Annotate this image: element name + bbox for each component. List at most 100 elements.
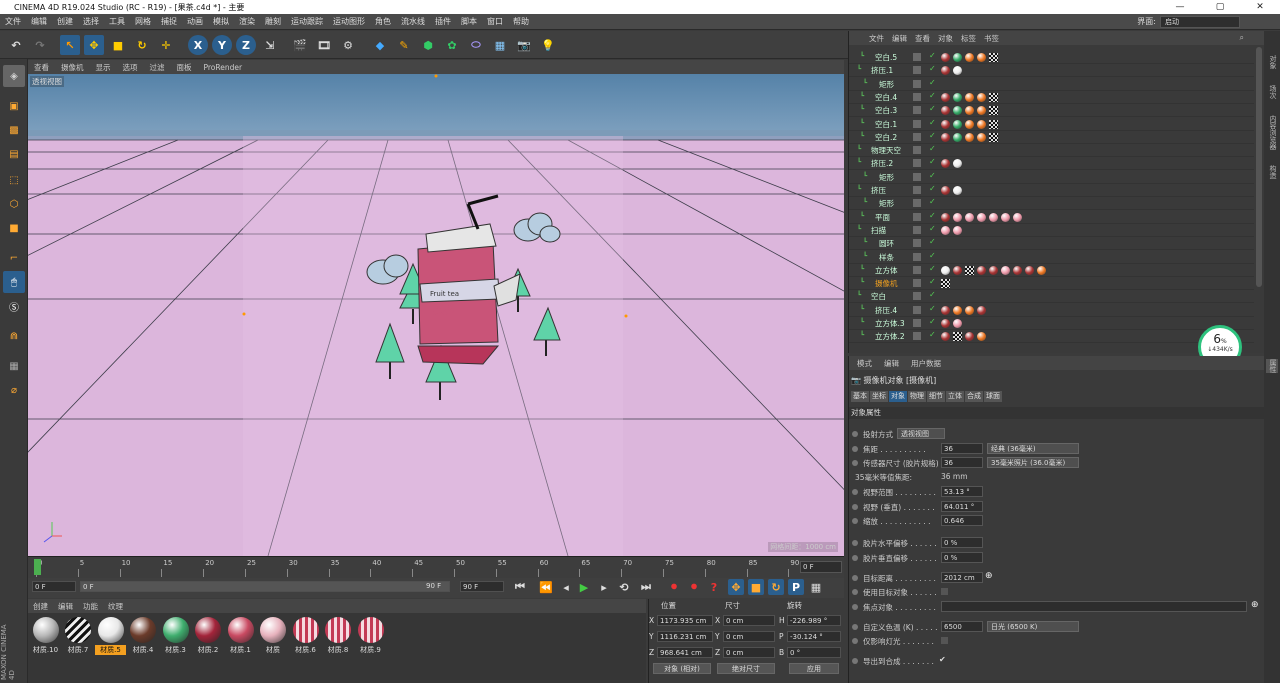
prev-key-icon[interactable]: ⏪ bbox=[538, 579, 554, 595]
material-tag-icon[interactable] bbox=[941, 305, 950, 315]
check-icon[interactable]: ✓ bbox=[929, 251, 936, 260]
material-tag-icon[interactable] bbox=[1013, 265, 1022, 275]
menu-item[interactable]: 窗口 bbox=[482, 16, 508, 27]
subdivision-icon[interactable]: ⬢ bbox=[418, 35, 438, 55]
checkbox[interactable] bbox=[941, 588, 948, 595]
material-tag-icon[interactable] bbox=[977, 106, 986, 116]
material-tag-icon[interactable] bbox=[941, 53, 950, 62]
material-tag-icon[interactable] bbox=[965, 53, 974, 62]
attribute-dropdown[interactable]: 日光 (6500 K) bbox=[987, 621, 1079, 632]
object-row[interactable]: ┗ 摄像机 ✓ bbox=[849, 277, 1254, 291]
attribute-dropdown[interactable]: 经典 (36毫米) bbox=[987, 443, 1079, 454]
visibility-toggle[interactable] bbox=[913, 265, 921, 274]
material-tag-icon[interactable] bbox=[941, 106, 950, 116]
menu-item[interactable]: 流水线 bbox=[396, 16, 430, 27]
material-tag-icon[interactable] bbox=[965, 212, 974, 222]
right-tab-objects[interactable]: 对象 bbox=[1266, 55, 1278, 69]
redo-icon[interactable]: ↷ bbox=[30, 35, 50, 55]
material-swatch[interactable]: 材质 bbox=[258, 617, 289, 655]
current-frame-field[interactable]: 0 F bbox=[800, 561, 842, 573]
play-icon[interactable]: ▶ bbox=[576, 579, 592, 595]
deformer-icon[interactable]: ⬭ bbox=[466, 35, 486, 55]
object-row[interactable]: ┗ 空白.2 ✓ bbox=[849, 131, 1254, 144]
x-axis-button[interactable]: X bbox=[188, 35, 208, 55]
material-tag-icon[interactable] bbox=[953, 305, 962, 315]
material-tag-icon[interactable] bbox=[989, 265, 998, 275]
check-icon[interactable]: ✓ bbox=[929, 224, 936, 233]
position-field[interactable]: 1116.231 cm bbox=[657, 631, 713, 642]
attribute-tab[interactable]: 坐标 bbox=[870, 391, 888, 402]
material-swatch[interactable]: 材质.1 bbox=[225, 617, 256, 655]
right-tab-takes[interactable]: 场次 bbox=[1266, 85, 1278, 99]
check-icon[interactable]: ✓ bbox=[929, 157, 936, 166]
magnet-icon[interactable]: ⋒ bbox=[3, 325, 25, 347]
right-tab-attributes[interactable]: 属性 bbox=[1266, 359, 1278, 373]
visibility-toggle[interactable] bbox=[913, 212, 921, 221]
object-row[interactable]: ┗ 矩形 ✓ bbox=[849, 197, 1254, 211]
position-field[interactable]: 968.641 cm bbox=[657, 647, 713, 658]
animate-dot[interactable] bbox=[852, 575, 858, 581]
menu-item[interactable]: 插件 bbox=[430, 16, 456, 27]
material-menu-item[interactable]: 功能 bbox=[78, 601, 103, 612]
material-menu-item[interactable]: 纹理 bbox=[103, 601, 128, 612]
object-menu-item[interactable]: 对象 bbox=[934, 33, 957, 44]
viewport-menu-item[interactable]: 选项 bbox=[117, 62, 144, 73]
viewport-menu-item[interactable]: 查看 bbox=[28, 62, 55, 73]
size-field[interactable]: 0 cm bbox=[723, 631, 775, 642]
animate-dot[interactable] bbox=[852, 460, 858, 466]
object-row[interactable]: ┗ 矩形 ✓ bbox=[849, 78, 1254, 91]
z-axis-button[interactable]: Z bbox=[236, 35, 256, 55]
material-tag-icon[interactable] bbox=[953, 186, 962, 195]
visibility-toggle[interactable] bbox=[913, 305, 921, 314]
material-tag-icon[interactable] bbox=[977, 265, 986, 275]
material-tag-icon[interactable] bbox=[941, 132, 950, 142]
material-tag-icon[interactable] bbox=[953, 119, 962, 129]
attribute-field[interactable]: 36 bbox=[941, 443, 983, 454]
menu-item[interactable]: 渲染 bbox=[234, 16, 260, 27]
rotation-field[interactable]: -30.124 ° bbox=[787, 631, 841, 642]
material-tag-icon[interactable] bbox=[953, 212, 962, 222]
object-row[interactable]: ┗ 扫描 ✓ bbox=[849, 224, 1254, 237]
menu-item[interactable]: 选择 bbox=[78, 16, 104, 27]
material-tag-icon[interactable] bbox=[953, 132, 962, 142]
material-tag-icon[interactable] bbox=[941, 159, 950, 169]
playhead[interactable] bbox=[34, 559, 41, 575]
search-icon[interactable]: ⌕ bbox=[1240, 33, 1244, 43]
material-swatch[interactable]: 材质.6 bbox=[290, 617, 321, 655]
attribute-tab[interactable]: 物理 bbox=[908, 391, 926, 402]
end-frame-field[interactable]: 90 F bbox=[460, 581, 504, 592]
menu-item[interactable]: 文件 bbox=[0, 16, 26, 27]
viewport[interactable]: Fruit tea 果茶 透视视图 网格间距：1000 cm bbox=[28, 74, 844, 556]
attribute-dropdown[interactable]: 透视视图 bbox=[897, 428, 945, 439]
check-icon[interactable]: ✓ bbox=[929, 78, 936, 87]
material-tag-icon[interactable] bbox=[989, 132, 998, 142]
animate-dot[interactable] bbox=[852, 540, 858, 546]
material-tag-icon[interactable] bbox=[977, 305, 986, 315]
menu-item[interactable]: 编辑 bbox=[26, 16, 52, 27]
visibility-toggle[interactable] bbox=[913, 66, 921, 75]
animate-dot[interactable] bbox=[852, 431, 858, 437]
material-swatch[interactable]: 材质.3 bbox=[160, 617, 191, 655]
object-row[interactable]: ┗ 空白.3 ✓ bbox=[849, 104, 1254, 118]
check-icon[interactable]: ✓ bbox=[929, 237, 936, 246]
key-position-icon[interactable]: ✥ bbox=[728, 579, 744, 595]
object-menu-item[interactable]: 标签 bbox=[957, 33, 980, 44]
material-tag-icon[interactable] bbox=[1037, 265, 1046, 275]
prev-frame-icon[interactable]: ◂ bbox=[558, 579, 574, 595]
material-tag-icon[interactable] bbox=[941, 212, 950, 222]
material-tag-icon[interactable] bbox=[953, 225, 962, 235]
rotation-field[interactable]: -226.989 ° bbox=[787, 615, 841, 626]
close-button[interactable]: ✕ bbox=[1240, 0, 1280, 14]
attribute-tab[interactable]: 对象 bbox=[889, 391, 907, 402]
coord-mode-select[interactable]: 对象 (相对) bbox=[653, 663, 711, 674]
material-tag-icon[interactable] bbox=[941, 186, 950, 195]
layout-select[interactable]: 启动 bbox=[1160, 16, 1240, 28]
check-icon[interactable]: ✓ bbox=[929, 330, 936, 339]
check-icon[interactable]: ✓ bbox=[929, 91, 936, 100]
y-axis-button[interactable]: Y bbox=[212, 35, 232, 55]
object-scrollbar[interactable] bbox=[1256, 47, 1262, 287]
maximize-button[interactable]: ▢ bbox=[1200, 0, 1240, 14]
visibility-toggle[interactable] bbox=[913, 279, 921, 288]
animate-dot[interactable] bbox=[852, 555, 858, 561]
go-end-icon[interactable]: ⏭ bbox=[638, 579, 654, 595]
